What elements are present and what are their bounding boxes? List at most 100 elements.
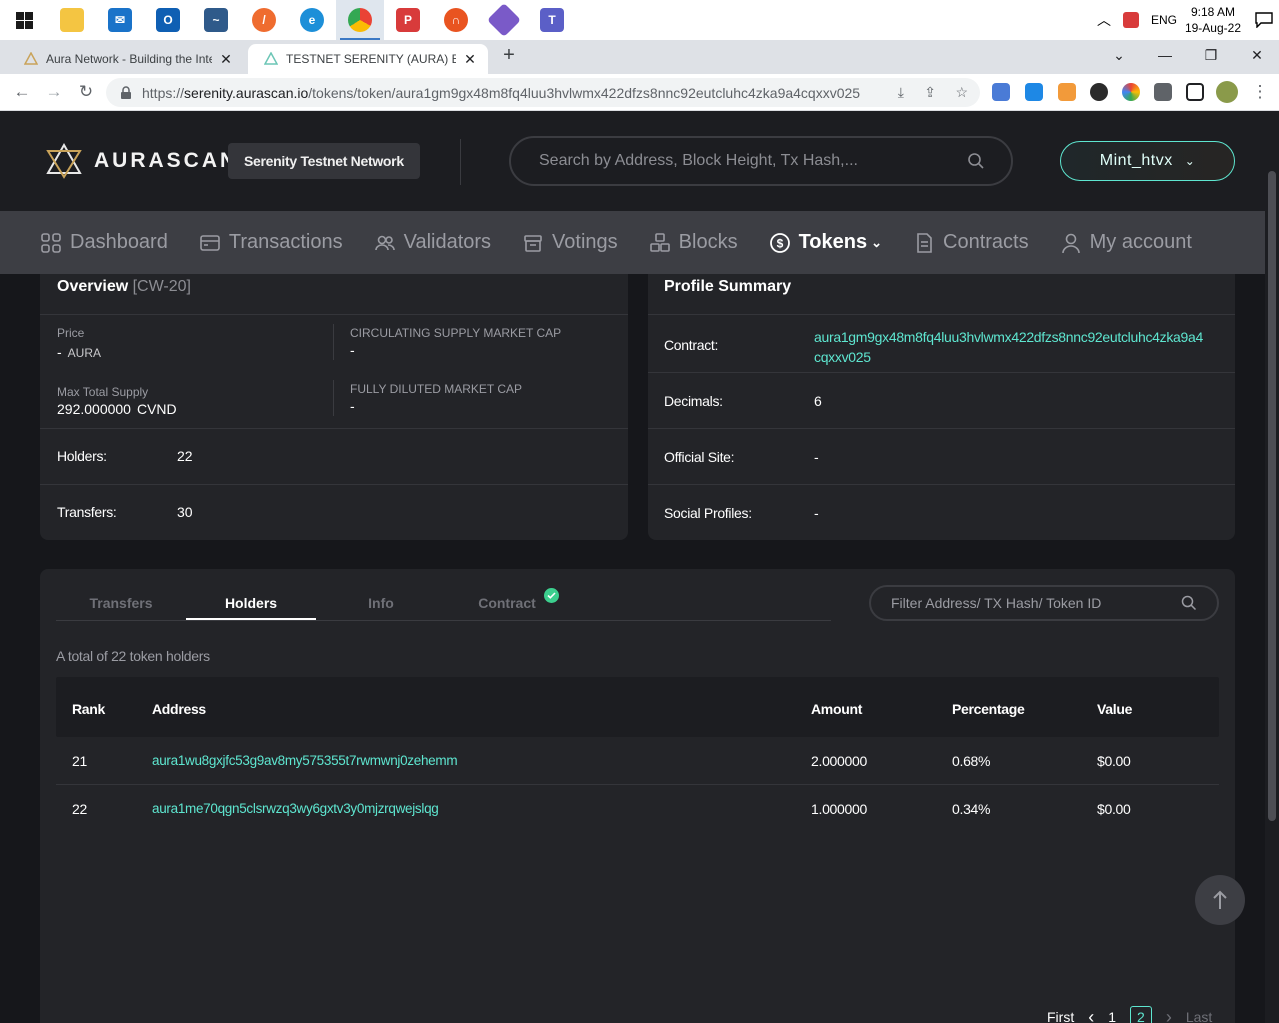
tray-chevron-icon[interactable]: ︿ bbox=[1097, 10, 1111, 30]
notification-center-button[interactable] bbox=[1249, 0, 1279, 40]
arrow-up-icon bbox=[1213, 890, 1227, 909]
install-app-icon[interactable]: ⤓ bbox=[898, 84, 904, 101]
tab-info[interactable]: Info bbox=[316, 595, 446, 611]
transfers-value: 30 bbox=[177, 504, 193, 520]
divider bbox=[333, 380, 334, 416]
holders-label: Holders: bbox=[57, 448, 107, 464]
pager-page-current[interactable]: 2 bbox=[1130, 1006, 1152, 1023]
validators-icon bbox=[374, 235, 395, 250]
windows-start-button[interactable] bbox=[0, 0, 48, 40]
filter-placeholder: Filter Address/ TX Hash/ Token ID bbox=[891, 595, 1102, 611]
back-to-top-button[interactable] bbox=[1195, 875, 1245, 925]
reload-icon[interactable]: ↻ bbox=[76, 82, 96, 102]
profile-summary-card: Profile Summary Contract: aura1gm9gx48m8… bbox=[648, 274, 1235, 540]
contracts-icon bbox=[917, 232, 932, 253]
search-icon[interactable] bbox=[967, 152, 985, 170]
k-extension-icon[interactable] bbox=[1025, 83, 1043, 101]
holder-filter-input[interactable]: Filter Address/ TX Hash/ Token ID bbox=[869, 585, 1219, 621]
max-supply-unit: CVND bbox=[136, 401, 177, 417]
tab-holders[interactable]: Holders bbox=[186, 595, 316, 611]
max-supply-label: Max Total Supply bbox=[57, 385, 149, 399]
holder-address-link[interactable]: aura1wu8gxjfc53g9av8my575355t7rwmwnj0zeh… bbox=[152, 753, 458, 768]
taskbar-postman[interactable]: / bbox=[240, 0, 288, 40]
color-extension-icon[interactable] bbox=[1122, 83, 1140, 101]
address-bar[interactable]: https://serenity.aurascan.io/tokens/toke… bbox=[106, 78, 980, 107]
tray-app-icon[interactable] bbox=[1122, 12, 1139, 28]
holder-address-link[interactable]: aura1me70qgn5clsrwzq3wy6gxtv3y0mjzrqwejs… bbox=[152, 801, 439, 816]
close-window-icon[interactable]: ✕ bbox=[1234, 40, 1279, 70]
pagination: First ‹ 1 2 › Last bbox=[1047, 1006, 1226, 1023]
nav-tokens[interactable]: $ Tokens ⌄ bbox=[769, 231, 882, 254]
nav-transactions[interactable]: Transactions bbox=[199, 231, 343, 254]
back-arrow-icon[interactable]: ← bbox=[12, 82, 32, 102]
contract-address-link[interactable]: aura1gm9gx48m8fq4luu3hvlwmx422dfzs8nnc92… bbox=[814, 327, 1203, 367]
taskbar-outlook[interactable]: O bbox=[144, 0, 192, 40]
extensions-puzzle-icon[interactable] bbox=[1154, 83, 1172, 101]
site-header: AURASCAN Serenity Testnet Network Search… bbox=[0, 111, 1265, 211]
taskbar-pdf-reader[interactable]: P bbox=[384, 0, 432, 40]
url-prefix: https:// bbox=[142, 84, 185, 101]
close-tab-icon[interactable]: ✕ bbox=[218, 51, 234, 68]
mysql-workbench-icon: ~ bbox=[204, 8, 228, 32]
pager-first[interactable]: First bbox=[1047, 1009, 1074, 1023]
profile-avatar[interactable] bbox=[1216, 81, 1238, 103]
contract-address-line-1: aura1gm9gx48m8fq4luu3hvlwmx422dfzs8nnc92… bbox=[814, 329, 1203, 345]
aura-star-logo-icon bbox=[46, 143, 82, 179]
taskbar-ubuntu-app[interactable]: ∩ bbox=[432, 0, 480, 40]
table-header: Rank Address Amount Percentage Value bbox=[56, 677, 1219, 737]
nav-dashboard[interactable]: Dashboard bbox=[40, 231, 168, 254]
tab-transfers[interactable]: Transfers bbox=[56, 595, 186, 611]
pager-prev-chevron-icon[interactable]: ‹ bbox=[1088, 1007, 1094, 1023]
price-amount: - bbox=[57, 344, 62, 360]
overview-title-text: Overview bbox=[57, 278, 129, 295]
taskbar-git[interactable] bbox=[480, 0, 528, 40]
taskbar-mail[interactable]: ✉ bbox=[96, 0, 144, 40]
nav-validators[interactable]: Validators bbox=[374, 231, 491, 254]
chevron-down-icon: ⌄ bbox=[1184, 154, 1196, 168]
votings-icon bbox=[524, 234, 542, 252]
nav-votings[interactable]: Votings bbox=[522, 231, 618, 254]
close-tab-icon[interactable]: ✕ bbox=[462, 51, 478, 68]
column-rank: Rank bbox=[72, 701, 106, 717]
pager-last[interactable]: Last bbox=[1186, 1009, 1212, 1023]
share-icon[interactable]: ⇪ bbox=[924, 84, 936, 101]
bookmark-star-icon[interactable]: ☆ bbox=[955, 84, 968, 101]
side-panel-icon[interactable] bbox=[1186, 83, 1204, 101]
wallet-account-button[interactable]: Mint_htvx ⌄ bbox=[1060, 141, 1235, 181]
divider bbox=[40, 314, 628, 315]
pager-page-1[interactable]: 1 bbox=[1108, 1009, 1116, 1023]
nav-my-account[interactable]: My account bbox=[1060, 231, 1192, 254]
language-indicator[interactable]: ENG bbox=[1151, 13, 1177, 27]
browser-menu-icon[interactable]: ⋮ bbox=[1250, 82, 1270, 102]
minimize-window-icon[interactable]: — bbox=[1142, 40, 1188, 70]
search-icon[interactable] bbox=[1181, 595, 1197, 611]
aurascan-logo[interactable]: AURASCAN bbox=[46, 143, 238, 179]
nav-blocks[interactable]: Blocks bbox=[649, 231, 738, 254]
browser-tab-aura-network[interactable]: Aura Network - Building the Inter ✕ bbox=[8, 44, 244, 74]
new-tab-plus-icon[interactable]: + bbox=[498, 44, 520, 67]
taskbar-teams[interactable]: T bbox=[528, 0, 576, 40]
taskbar-edge[interactable]: e bbox=[288, 0, 336, 40]
tab-title: Aura Network - Building the Inter bbox=[46, 52, 212, 66]
nav-contracts[interactable]: Contracts bbox=[913, 231, 1029, 254]
taskbar-chrome[interactable] bbox=[336, 0, 384, 40]
taskbar-mysql-workbench[interactable]: ~ bbox=[192, 0, 240, 40]
scrollbar-thumb[interactable] bbox=[1268, 171, 1276, 821]
forward-arrow-icon[interactable]: → bbox=[44, 82, 64, 102]
circle-extension-icon[interactable] bbox=[1090, 83, 1108, 101]
aura-favicon-icon bbox=[24, 52, 38, 65]
browser-tab-aurascan[interactable]: TESTNET SERENITY (AURA) Block ✕ bbox=[248, 44, 488, 74]
circulating-supply-label: CIRCULATING SUPPLY MARKET CAP bbox=[350, 326, 562, 340]
pager-next-chevron-icon[interactable]: › bbox=[1166, 1007, 1172, 1023]
amount-cell: 2.000000 bbox=[811, 753, 867, 769]
global-search-input[interactable]: Search by Address, Block Height, Tx Hash… bbox=[509, 136, 1013, 186]
nav-label: My account bbox=[1089, 231, 1192, 253]
translate-extension-icon[interactable] bbox=[992, 83, 1010, 101]
file-explorer-icon bbox=[60, 8, 84, 32]
clock[interactable]: 9:18 AM 19-Aug-22 bbox=[1185, 4, 1241, 36]
restore-window-icon[interactable]: ❐ bbox=[1188, 40, 1234, 70]
metamask-extension-icon[interactable] bbox=[1058, 83, 1076, 101]
tab-search-chevron-icon[interactable]: ⌄ bbox=[1096, 40, 1142, 70]
taskbar-file-explorer[interactable] bbox=[48, 0, 96, 40]
page-scrollbar[interactable] bbox=[1265, 111, 1279, 1023]
